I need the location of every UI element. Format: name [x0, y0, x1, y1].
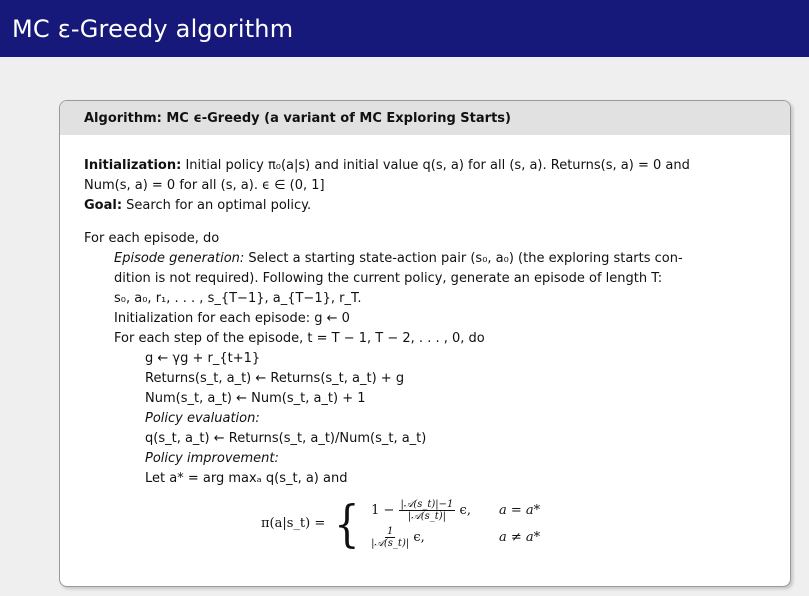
formula-cases: 1 − |𝒜(s_t)|−1 |𝒜(s_t)| ϵ, a = a* 1 |𝒜(s… — [371, 499, 540, 549]
for-each-episode: For each episode, do — [84, 231, 220, 246]
episode-generation-line-2: dition is not required). Following the c… — [114, 271, 663, 286]
title-bar: MC ε-Greedy algorithm — [0, 0, 809, 57]
step-num-update: Num(s_t, a_t) ← Num(s_t, a_t) + 1 — [145, 391, 366, 406]
goal-text: Search for an optimal policy. — [126, 198, 312, 213]
init-each-episode: Initialization for each episode: g ← 0 — [114, 311, 350, 326]
policy-formula: π(a|s_t) = { 1 − |𝒜(s_t)|−1 |𝒜(s_t)| ϵ, … — [261, 499, 766, 549]
algorithm-content: Initialization: Initial policy π₀(a|s) a… — [60, 156, 790, 549]
for-each-step: For each step of the episode, t = T − 1,… — [114, 331, 485, 346]
case-1-fraction: |𝒜(s_t)|−1 |𝒜(s_t)| — [398, 499, 456, 522]
policy-evaluation-equation: q(s_t, a_t) ← Returns(s_t, a_t)/Num(s_t,… — [145, 431, 427, 446]
let-a-star-line: Let a* = arg maxₐ q(s_t, a) and — [145, 471, 348, 486]
case-2-value: 1 |𝒜(s_t)| ϵ, — [371, 526, 471, 549]
case-1-denominator: |𝒜(s_t)| — [407, 511, 447, 522]
case-1-prefix: 1 − — [371, 503, 395, 518]
episode-generation-line-3: s₀, a₀, r₁, . . . , s_{T−1}, a_{T−1}, r_… — [114, 291, 362, 306]
policy-evaluation-label: Policy evaluation: — [145, 411, 260, 426]
policy-improvement-label: Policy improvement: — [145, 451, 279, 466]
case-2-fraction: 1 |𝒜(s_t)| — [371, 526, 409, 549]
case-1-suffix: ϵ, — [459, 503, 471, 518]
initialization-label: Initialization: — [84, 158, 182, 173]
episode-generation-label: Episode generation: — [114, 251, 245, 266]
initialization-line-2: Num(s, a) = 0 for all (s, a). ϵ ∈ (0, 1] — [84, 178, 325, 193]
algorithm-box: Algorithm: MC ϵ-Greedy (a variant of MC … — [59, 100, 791, 587]
left-brace-symbol: { — [334, 495, 360, 553]
episode-generation-line-1: Select a starting state-action pair (s₀,… — [248, 251, 683, 266]
case-2-condition: a ≠ a* — [498, 529, 541, 545]
step-returns-update: Returns(s_t, a_t) ← Returns(s_t, a_t) + … — [145, 371, 405, 386]
step-g-update: g ← γg + r_{t+1} — [145, 351, 261, 366]
slide: MC ε-Greedy algorithm Algorithm: MC ϵ-Gr… — [0, 0, 809, 596]
algorithm-header: Algorithm: MC ϵ-Greedy (a variant of MC … — [60, 101, 790, 135]
slide-title: MC ε-Greedy algorithm — [12, 14, 294, 43]
case-2-numerator: 1 — [384, 526, 396, 538]
case-2-suffix: ϵ, — [413, 530, 425, 545]
case-1-condition: a = a* — [498, 502, 541, 518]
case-2-denominator: |𝒜(s_t)| — [371, 538, 410, 549]
formula-lhs: π(a|s_t) = — [261, 516, 326, 531]
initialization-line-1: Initial policy π₀(a|s) and initial value… — [185, 158, 690, 173]
goal-label: Goal: — [84, 198, 123, 213]
case-1-numerator: |𝒜(s_t)|−1 — [398, 499, 456, 511]
case-1-value: 1 − |𝒜(s_t)|−1 |𝒜(s_t)| ϵ, — [371, 499, 471, 522]
